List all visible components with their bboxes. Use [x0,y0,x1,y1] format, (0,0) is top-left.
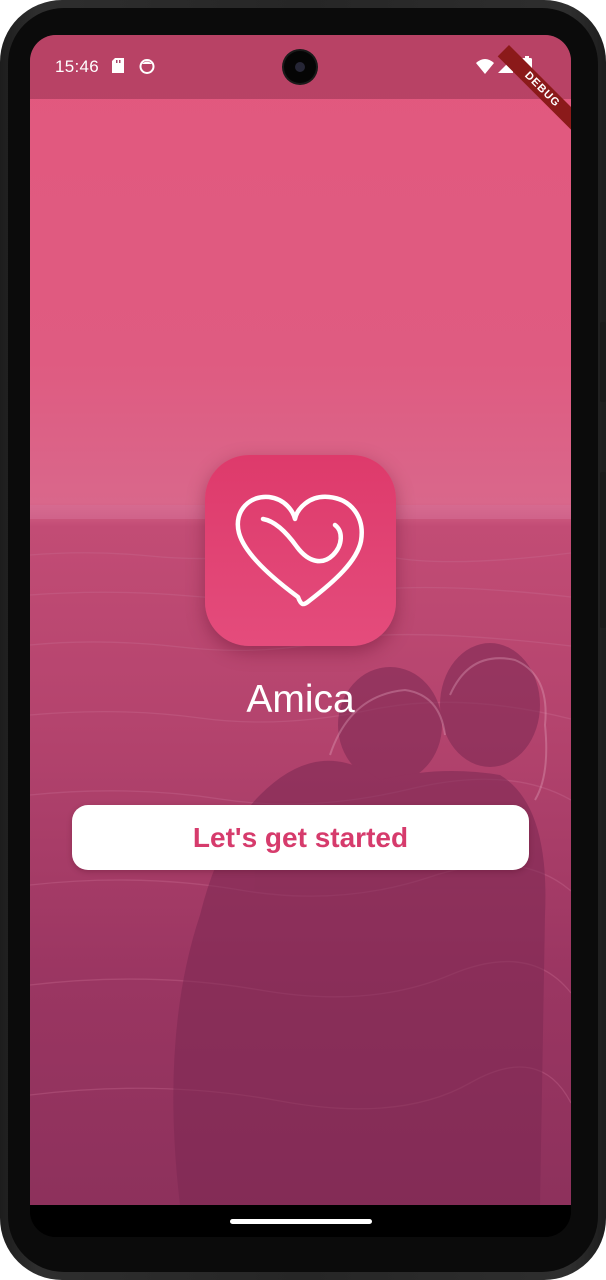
app-name: Amica [246,678,355,721]
face-icon [139,59,155,74]
front-camera [284,51,316,83]
app-logo [205,455,396,646]
heart-logo-icon [235,494,364,607]
volume-button [600,322,606,402]
screen: 15:46 DEBUG Amica Let's get started [30,35,571,1237]
wifi-icon [476,59,494,74]
sd-card-icon [112,58,124,73]
home-indicator[interactable] [230,1219,372,1224]
navigation-bar [30,1205,571,1237]
status-time: 15:46 [55,57,100,76]
status-bar: 15:46 DEBUG [30,35,571,135]
get-started-button[interactable]: Let's get started [72,805,529,870]
power-button [600,472,606,628]
phone-frame: 15:46 DEBUG Amica Let's get started [0,0,606,1280]
